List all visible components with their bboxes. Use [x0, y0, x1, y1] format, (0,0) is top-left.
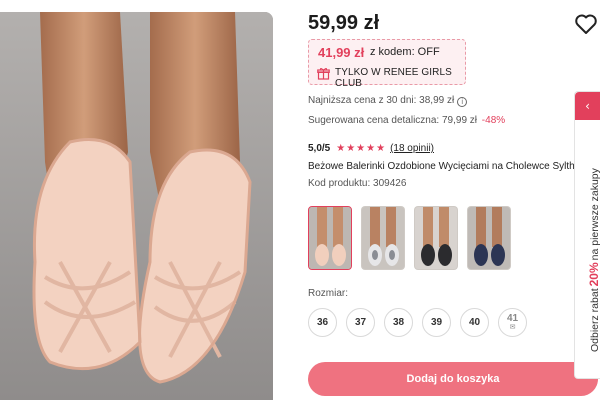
size-selector: 36 37 38 39 40 41 ✉ — [308, 308, 527, 337]
discount-tab-suffix: na pierwsze zakupy — [589, 168, 600, 261]
thumbnail-beige-flats[interactable] — [308, 206, 352, 270]
lowest-price-text: Najniższa cena z 30 dni: 38,99 zł — [308, 95, 455, 106]
promo-price: 41,99 zł — [318, 45, 365, 60]
size-option-41[interactable]: 41 ✉ — [498, 308, 527, 337]
product-code: Kod produktu: 309426 — [308, 178, 407, 189]
size-option-37[interactable]: 37 — [346, 308, 375, 337]
suggested-price-info: Sugerowana cena detaliczna: 79,99 zł -48… — [308, 115, 505, 126]
add-to-cart-button[interactable]: Dodaj do koszyka — [308, 362, 598, 396]
thumbnail-navy-flats[interactable] — [467, 206, 511, 270]
gift-icon — [317, 67, 330, 80]
size-option-36[interactable]: 36 — [308, 308, 337, 337]
thumbnail-silver-flats[interactable] — [361, 206, 405, 270]
discount-badge: -48% — [481, 115, 506, 126]
suggested-price-text: Sugerowana cena detaliczna: 79,99 zł — [308, 115, 478, 126]
rating-score: 5,0/5 — [308, 143, 331, 154]
mail-icon: ✉ — [509, 322, 516, 331]
reviews-link[interactable]: (18 opinii) — [390, 143, 434, 154]
size-option-39[interactable]: 39 — [422, 308, 451, 337]
discount-tab-percent: 20% — [587, 262, 600, 287]
product-main-image[interactable] — [0, 12, 273, 400]
lowest-price-info: Najniższa cena z 30 dni: 38,99 zł i — [308, 95, 468, 107]
product-price: 59,99 zł — [308, 12, 380, 34]
thumbnail-gallery — [308, 206, 511, 270]
discount-side-tab[interactable]: ‹ Odbierz rabat20%na pierwsze zakupy — [574, 91, 600, 379]
thumbnail-black-flats[interactable] — [414, 206, 458, 270]
info-icon[interactable]: i — [457, 97, 468, 107]
heart-outline-icon[interactable] — [574, 12, 598, 36]
promo-code-text: z kodem: OFF — [370, 46, 440, 58]
chevron-left-icon[interactable]: ‹ — [575, 92, 600, 120]
size-label: Rozmiar: — [308, 288, 349, 299]
discount-tab-text: Odbierz rabat20%na pierwsze zakupy — [587, 168, 600, 352]
size-option-40[interactable]: 40 — [460, 308, 489, 337]
rating-stars: ★★★★★ — [336, 143, 387, 154]
size-option-41-label: 41 — [506, 312, 519, 324]
size-option-38[interactable]: 38 — [384, 308, 413, 337]
discount-tab-prefix: Odbierz rabat — [589, 288, 600, 352]
promo-club-text: TYLKO W RENEE GIRLS CLUB — [335, 67, 452, 89]
product-name: Beżowe Balerinki Ozdobione Wycięciami na… — [308, 161, 575, 172]
product-rating: 5,0/5 ★★★★★ (18 opinii) — [308, 143, 434, 154]
promo-code-box: 41,99 zł z kodem: OFF TYLKO W RENEE GIRL… — [308, 39, 466, 89]
